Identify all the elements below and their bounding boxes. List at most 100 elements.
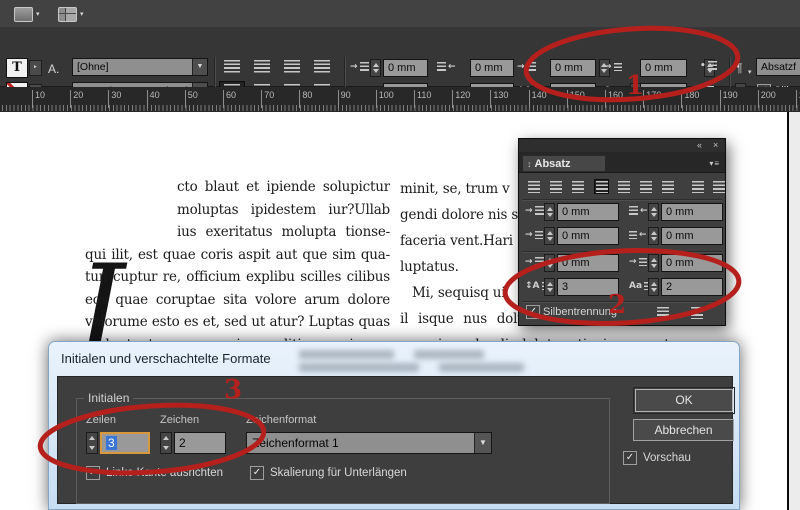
chevron-down-icon: ▾ [748, 69, 752, 76]
left-indent-field[interactable]: 0 mm [383, 59, 428, 77]
space-before-icon: → [517, 62, 536, 72]
first-line-indent-icon: → [525, 230, 543, 240]
left-edge-checkbox[interactable]: ✓ [86, 466, 100, 480]
chevron-down-icon[interactable]: ▼ [474, 433, 491, 453]
character-formatting-icon[interactable]: T [6, 58, 28, 78]
space-before-stepper[interactable] [544, 254, 555, 272]
justify-last-left-icon[interactable] [594, 179, 609, 194]
justify-last-center-icon[interactable] [616, 179, 631, 194]
zeilen-label: Zeilen [86, 414, 116, 426]
first-line-indent-field[interactable]: 0 mm [557, 227, 619, 245]
paragraph-style-value: Absatzfor [761, 61, 796, 73]
left-text-column: cto blaut et ipiende solupictur moluptas… [85, 176, 390, 356]
align-toward-spine-icon[interactable] [690, 179, 705, 194]
align-center-icon[interactable] [249, 57, 275, 76]
close-icon[interactable]: × [713, 139, 718, 151]
first-line-indent-stepper[interactable] [544, 227, 555, 245]
paragraph-shading-icon[interactable] [691, 307, 703, 319]
right-indent-field[interactable]: 0 mm [470, 59, 514, 77]
ruler-label: 80 [299, 90, 312, 108]
ruler-label: 40 [146, 90, 160, 108]
panel-menu-icon[interactable]: ▾≡ [709, 159, 720, 168]
align-center-icon[interactable] [548, 179, 563, 194]
paragraph-border-icon[interactable] [657, 307, 669, 319]
drop-cap-lines-stepper[interactable] [544, 278, 555, 296]
justify-last-right-icon[interactable] [638, 179, 653, 194]
justify-all-icon[interactable] [660, 179, 675, 194]
left-indent-icon: → [350, 62, 369, 72]
space-before-field[interactable]: 0 mm [550, 59, 596, 77]
last-line-indent-field[interactable]: 0 mm [661, 227, 723, 245]
tab-absatz[interactable]: ↕ Absatz [522, 155, 606, 172]
ruler-label: 180 [681, 90, 699, 108]
hyphenate-checkbox[interactable]: ✓ [526, 305, 540, 319]
screen-mode-button[interactable]: ▾ [14, 5, 40, 23]
bulleted-list-icon[interactable]: • [700, 61, 717, 71]
descender-checkbox[interactable]: ✓ [250, 466, 264, 480]
zeilen-field[interactable]: 3 [100, 432, 150, 454]
zeilen-stepper[interactable] [86, 432, 98, 454]
ruler[interactable]: 10 20 30 40 50 60 70 80 90 100 110 120 130 140 150 160 1… [0, 87, 800, 113]
dialog-title: Initialen und verschachtelte Formate [61, 351, 271, 366]
drop-cap-chars-field[interactable]: 2 [661, 278, 723, 296]
text-line: eos quae coruptae sita volore arum dolor… [85, 291, 390, 308]
align-left-icon[interactable] [219, 57, 245, 76]
zeichenformat-dropdown[interactable]: Zeichenformat 1 ▼ [246, 432, 492, 454]
ruler-label: 190 [719, 90, 738, 108]
character-style-icon[interactable]: A. [48, 62, 59, 76]
collapse-panel-icon[interactable]: « [697, 139, 702, 151]
preview-label: Vorschau [643, 452, 691, 464]
character-style-dropdown[interactable]: [Ohne] ▼ [72, 58, 208, 76]
drop-cap-chars-stepper[interactable] [648, 278, 659, 296]
align-left-icon[interactable] [526, 179, 541, 194]
page-edge [787, 112, 789, 510]
preview-checkbox[interactable]: ✓ [623, 451, 637, 465]
right-indent-field[interactable]: 0 mm [661, 203, 723, 221]
right-indent-stepper[interactable] [648, 203, 659, 221]
space-after-stepper[interactable] [648, 254, 659, 272]
zeichen-stepper[interactable] [160, 432, 172, 454]
bars-graphic [571, 180, 584, 193]
text-line: moluptas ipidestem iur?Ullab [177, 201, 390, 218]
align-right-icon[interactable] [570, 179, 585, 194]
ok-button[interactable]: OK [633, 387, 735, 414]
last-line-indent-stepper[interactable] [648, 227, 659, 245]
glass-blur-graphic [439, 363, 524, 372]
left-indent-stepper[interactable] [544, 203, 555, 221]
bars-graphic [526, 62, 536, 72]
ruler-label: 110 [414, 90, 431, 108]
align-spine-icon[interactable] [309, 57, 335, 76]
initialen-dialog: Initialen und verschachtelte Formate Ini… [48, 341, 740, 510]
last-line-indent-icon: ← [629, 230, 647, 240]
zeichenformat-value: Zeichenformat 1 [252, 436, 339, 450]
updown-icon: ↕ [527, 159, 532, 169]
align-right-icon[interactable] [279, 57, 305, 76]
zeichen-field[interactable]: 2 [174, 432, 226, 454]
space-after-field[interactable]: 0 mm [661, 254, 723, 272]
arrange-documents-button[interactable]: ▾ [58, 5, 84, 23]
chevron-down-icon: ▾ [80, 11, 84, 18]
ruler-label: 200 [757, 90, 776, 108]
cancel-button[interactable]: Abbrechen [633, 419, 734, 441]
align-away-spine-icon[interactable] [711, 179, 726, 194]
space-after-icon: → [629, 257, 647, 267]
left-indent-field[interactable]: 0 mm [557, 203, 619, 221]
glass-blur-graphic [299, 363, 419, 372]
descender-checkbox-row: ✓ Skalierung für Unterlängen [250, 466, 407, 480]
chevron-down-icon[interactable]: ▼ [192, 59, 207, 75]
bars-graphic [534, 257, 544, 267]
space-after-field[interactable]: 0 mm [640, 59, 687, 77]
paragraph-style-icon[interactable]: ¶ [736, 61, 742, 75]
space-before-field[interactable]: 0 mm [557, 254, 619, 272]
dialog-body: Initialen Zeilen 3 Zeichen 2 Zeichenform… [57, 376, 735, 504]
panel-title: Absatz [534, 158, 571, 170]
ruler-label: 70 [261, 90, 274, 108]
drop-cap-lines-field[interactable]: 3 [557, 278, 619, 296]
text-line: qui ilit, est quae coris aspit aut que s… [85, 246, 390, 263]
paragraph-style-dropdown[interactable]: Absatzfor [756, 58, 800, 76]
bars-graphic [437, 62, 446, 72]
divider [522, 301, 722, 303]
left-indent-stepper[interactable] [370, 59, 381, 77]
character-flyout-arrow-icon[interactable]: ► [29, 60, 42, 76]
selected-text: 3 [106, 436, 117, 450]
